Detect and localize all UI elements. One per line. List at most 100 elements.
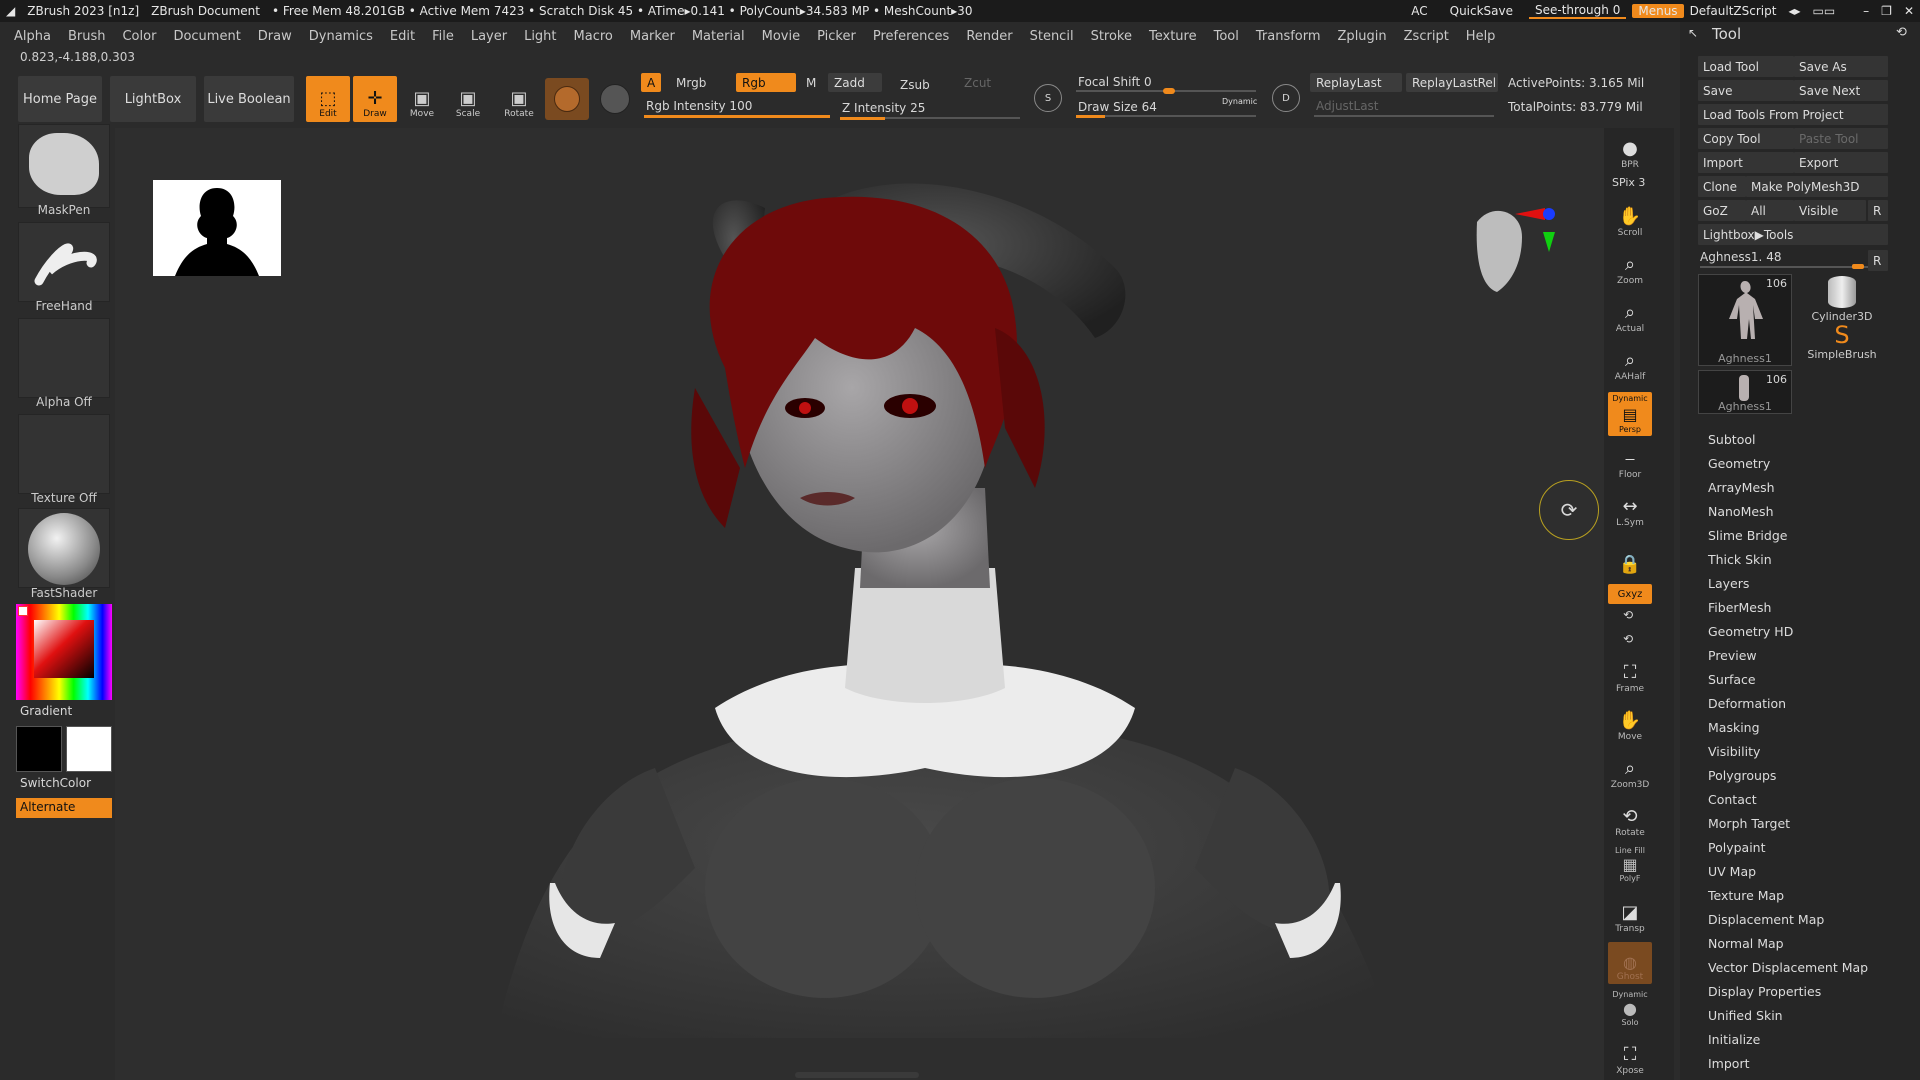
menu-tool[interactable]: Tool [1214,29,1239,44]
submenu-displacement-map[interactable]: Displacement Map [1708,912,1824,927]
submenu-polypaint[interactable]: Polypaint [1708,840,1766,855]
focal-shift-slider[interactable]: Focal Shift 0 [1072,72,1158,91]
menu-stencil[interactable]: Stencil [1030,29,1074,44]
menu-light[interactable]: Light [524,29,556,44]
submenu-layers[interactable]: Layers [1708,576,1749,591]
submenu-texture-map[interactable]: Texture Map [1708,888,1784,903]
gradient-label[interactable]: Gradient [20,704,72,718]
m-toggle[interactable]: M [800,73,822,92]
load-tool-button[interactable]: Load Tool [1698,56,1794,77]
move-view-button[interactable]: ✋ Move [1608,702,1652,744]
save-button[interactable]: Save [1698,80,1794,101]
zoom-button[interactable]: ⌕ Zoom [1608,246,1652,288]
see-through-slider[interactable]: See-through 0 [1529,3,1627,19]
y-rotate-icon[interactable]: ⟲ [1623,608,1633,622]
submenu-morph-target[interactable]: Morph Target [1708,816,1790,831]
copy-tool-button[interactable]: Copy Tool [1698,128,1794,149]
submenu-arraymesh[interactable]: ArrayMesh [1708,480,1775,495]
replay-last-rel-button[interactable]: ReplayLastRel [1406,73,1498,92]
replay-last-button[interactable]: ReplayLast [1310,73,1402,92]
tool-thumb-aghness1[interactable]: 106 Aghness1 [1698,274,1792,366]
menu-material[interactable]: Material [692,29,745,44]
submenu-initialize[interactable]: Initialize [1708,1032,1760,1047]
menu-preferences[interactable]: Preferences [873,29,949,44]
scale-button[interactable]: ▣ Scale [446,76,490,122]
submenu-display-properties[interactable]: Display Properties [1708,984,1821,999]
zsub-toggle[interactable]: Zsub [894,75,936,94]
submenu-geometry-hd[interactable]: Geometry HD [1708,624,1793,639]
minimize-icon[interactable]: – [1857,4,1875,18]
submenu-preview[interactable]: Preview [1708,648,1757,663]
goz-button[interactable]: GoZ [1698,200,1746,221]
z-intensity-slider[interactable]: Z Intensity 25 [836,98,931,117]
submenu-slime-bridge[interactable]: Slime Bridge [1708,528,1787,543]
character-model[interactable] [395,168,1515,1080]
lightbox-tools-button[interactable]: Lightbox▶Tools [1698,224,1888,245]
maximize-icon[interactable]: ❐ [1875,4,1898,18]
rotate-reset-icon[interactable]: ⟳ [1539,480,1599,540]
tool-palette-pin-icon[interactable]: ↖ [1688,26,1698,40]
submenu-normal-map[interactable]: Normal Map [1708,936,1784,951]
default-zscript-button[interactable]: DefaultZScript [1684,4,1783,18]
export-button[interactable]: Export [1794,152,1888,173]
zcut-toggle[interactable]: Zcut [958,73,997,92]
tool-palette-title[interactable]: Tool [1712,25,1741,43]
dynamic-toggle[interactable]: Dynamic [1222,97,1257,106]
submenu-vector-displacement-map[interactable]: Vector Displacement Map [1708,960,1868,975]
goz-r-button[interactable]: R [1868,200,1888,221]
lsym-button[interactable]: ↔ L.Sym [1608,488,1652,530]
ac-button[interactable]: AC [1405,4,1433,18]
alternate-button[interactable]: Alternate [16,798,112,818]
menu-edit[interactable]: Edit [390,29,415,44]
menu-document[interactable]: Document [173,29,240,44]
submenu-visibility[interactable]: Visibility [1708,744,1760,759]
clone-button[interactable]: Clone [1698,176,1746,197]
menu-transform[interactable]: Transform [1256,29,1321,44]
symmetry-s-icon[interactable]: S [1034,84,1062,112]
load-tools-from-project-button[interactable]: Load Tools From Project [1698,104,1888,125]
rgb-toggle[interactable]: Rgb [736,73,796,92]
maskpen-brush-thumb[interactable] [18,124,110,208]
transp-button[interactable]: ◪ Transp [1608,894,1652,936]
menu-dynamics[interactable]: Dynamics [309,29,373,44]
material-thumb[interactable] [18,508,110,588]
menu-movie[interactable]: Movie [762,29,800,44]
palette-icon[interactable]: ◂▸ [1782,4,1806,18]
layout-icon[interactable]: ▭▭ [1806,4,1841,18]
save-next-button[interactable]: Save Next [1794,80,1888,101]
persp-button[interactable]: Dynamic ▤ Persp [1608,392,1652,436]
xpose-button[interactable]: ⛶ Xpose [1608,1036,1652,1078]
submenu-polygroups[interactable]: Polygroups [1708,768,1776,783]
menu-draw[interactable]: Draw [258,29,292,44]
material-swatch[interactable] [545,78,589,120]
submenu-unified-skin[interactable]: Unified Skin [1708,1008,1783,1023]
save-as-button[interactable]: Save As [1794,56,1888,77]
secondary-color-swatch[interactable] [66,726,112,772]
menu-marker[interactable]: Marker [630,29,675,44]
submenu-deformation[interactable]: Deformation [1708,696,1786,711]
paste-tool-button[interactable]: Paste Tool [1794,128,1888,149]
switchcolor-button[interactable]: SwitchColor [20,776,91,790]
menu-file[interactable]: File [432,29,454,44]
actual-button[interactable]: ⌕ Actual [1608,294,1652,336]
solo-button[interactable]: Dynamic ● Solo [1608,990,1652,1032]
menu-picker[interactable]: Picker [817,29,856,44]
goz-all-button[interactable]: All [1746,200,1794,221]
adjust-last-slider[interactable]: AdjustLast [1310,96,1385,115]
submenu-nanomesh[interactable]: NanoMesh [1708,504,1774,519]
submenu-fibermesh[interactable]: FiberMesh [1708,600,1771,615]
submenu-uv-map[interactable]: UV Map [1708,864,1756,879]
live-boolean-button[interactable]: Live Boolean [204,76,294,122]
menu-help[interactable]: Help [1466,29,1496,44]
menu-color[interactable]: Color [122,29,156,44]
3d-viewport[interactable]: ⟳ [115,128,1605,1080]
color-sv-square[interactable] [34,620,94,678]
frame-button[interactable]: ⛶ Frame [1608,654,1652,696]
draw-size-slider[interactable]: Draw Size 64 [1072,97,1163,116]
rgb-intensity-slider[interactable]: Rgb Intensity 100 [640,96,758,115]
menu-alpha[interactable]: Alpha [14,29,51,44]
zoom3d-button[interactable]: ⌕ Zoom3D [1608,750,1652,792]
goz-visible-button[interactable]: Visible [1794,200,1866,221]
tool-thumb-cylinder3d[interactable]: Cylinder3D [1796,274,1888,323]
scroll-button[interactable]: ✋ Scroll [1608,198,1652,240]
